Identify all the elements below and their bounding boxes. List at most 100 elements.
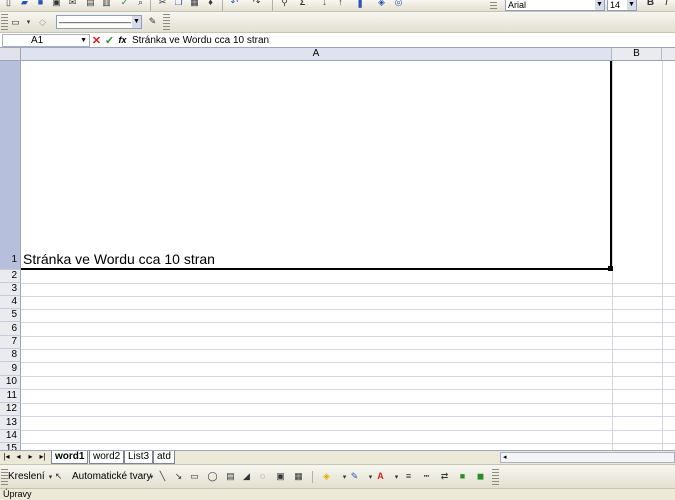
row-line (21, 376, 675, 377)
enter-icon[interactable]: ✓ (103, 34, 116, 47)
font-name-value: Arial (508, 0, 527, 10)
picture-icon[interactable]: ▦ (292, 471, 305, 482)
insert-function-icon[interactable]: fx (116, 35, 129, 45)
worksheet-grid[interactable]: 1 2 3 4 5 6 7 8 9 10 11 12 13 14 15 Strá… (0, 61, 675, 450)
next-sheet-icon[interactable]: ▸ (25, 452, 36, 461)
autosum-icon[interactable]: Σ (296, 0, 309, 8)
row-header-10[interactable]: 10 (0, 376, 21, 389)
row-header-7[interactable]: 7 (0, 336, 21, 349)
sheet-tab-atd[interactable]: atd (153, 451, 175, 464)
toolbar-grip[interactable] (492, 469, 499, 485)
formula-input[interactable]: Stránka ve Wordu cca 10 stran (132, 35, 269, 46)
autoshapes-menu-button[interactable]: Automatické tvary (72, 471, 151, 482)
textbox-icon[interactable]: ▤ (224, 471, 237, 482)
open-icon[interactable]: ▰ (18, 0, 31, 8)
new-icon[interactable]: ▯ (2, 0, 15, 8)
clipart-icon[interactable]: ▣ (274, 471, 287, 482)
row-header-12[interactable]: 12 (0, 403, 21, 416)
scroll-left-icon[interactable]: ◂ (503, 453, 507, 461)
row-header-15[interactable]: 15 (0, 443, 21, 450)
redo-icon[interactable]: ↷ (250, 0, 263, 8)
sheet-tab-list3[interactable]: List3 (124, 451, 154, 464)
horizontal-scrollbar[interactable]: ◂ (500, 452, 675, 463)
row-header-6[interactable]: 6 (0, 322, 21, 336)
toolbar-grip[interactable] (1, 469, 8, 485)
sort-descending-icon[interactable]: ↑ (334, 0, 347, 8)
line-color-icon[interactable]: ✎ (146, 16, 159, 27)
permission-icon[interactable]: ▣ (50, 0, 63, 8)
copy-icon[interactable]: ❐ (172, 0, 185, 8)
email-icon[interactable]: ✉ (66, 0, 79, 8)
dash-style-icon[interactable]: ┅ (420, 471, 433, 482)
sheet-tab-word2[interactable]: word2 (89, 451, 125, 464)
row-header-8[interactable]: 8 (0, 349, 21, 362)
font-color-icon[interactable]: A (374, 471, 387, 482)
row-header-5[interactable]: 5 (0, 309, 21, 322)
hyperlink-icon[interactable]: ⚲ (278, 0, 291, 8)
row-header-4[interactable]: 4 (0, 296, 21, 309)
select-objects-icon[interactable]: ↖ (52, 471, 65, 482)
row-line (21, 389, 675, 390)
last-sheet-icon[interactable]: ▸| (37, 452, 48, 461)
draw-menu-button[interactable]: Kreslení (8, 471, 45, 482)
toolbar-grip[interactable] (490, 0, 497, 11)
row-line (21, 403, 675, 404)
row-header-13[interactable]: 13 (0, 416, 21, 430)
toolbar-grip[interactable] (163, 14, 170, 30)
bold-button[interactable]: B (644, 0, 657, 8)
print-preview-icon[interactable]: ▥ (100, 0, 113, 8)
3d-icon[interactable]: ◼ (474, 471, 487, 482)
toolbar-grip[interactable] (1, 14, 8, 30)
cut-icon[interactable]: ✂ (156, 0, 169, 8)
name-box[interactable]: A1 ▼ (2, 33, 90, 47)
fill-color-icon[interactable]: ◈ (320, 471, 333, 482)
chart-wizard-icon[interactable]: ▐ (352, 0, 365, 8)
first-sheet-icon[interactable]: |◂ (1, 452, 12, 461)
font-size-select[interactable]: 14 ▼ (607, 0, 637, 11)
draw-border-icon[interactable]: ▭ (9, 17, 22, 28)
sheet-tab-word1[interactable]: word1 (51, 451, 89, 464)
zoom-icon[interactable]: ◎ (392, 0, 405, 8)
line-style-select[interactable]: ———————— ▼ (56, 15, 142, 29)
save-icon[interactable]: ■ (34, 0, 47, 8)
arrow-style-icon[interactable]: ⇄ (438, 471, 451, 482)
line-color-icon[interactable]: ✎ (348, 471, 361, 482)
row-header-11[interactable]: 11 (0, 389, 21, 403)
chevron-down-icon[interactable]: ▼ (80, 35, 87, 46)
row-header-2[interactable]: 2 (0, 270, 21, 283)
paste-icon[interactable]: ▦ (188, 0, 201, 8)
erase-border-icon[interactable]: ◇ (36, 17, 49, 28)
shadow-icon[interactable]: ■ (456, 471, 469, 482)
row-header-9[interactable]: 9 (0, 362, 21, 376)
fill-handle[interactable] (608, 266, 613, 271)
line-icon[interactable]: ╲ (156, 471, 169, 482)
undo-icon[interactable]: ↶ (228, 0, 241, 8)
row-header-14[interactable]: 14 (0, 430, 21, 443)
line-style-icon[interactable]: ≡ (402, 471, 415, 482)
print-icon[interactable]: ▤ (84, 0, 97, 8)
row-header-3[interactable]: 3 (0, 283, 21, 296)
italic-button[interactable]: I (660, 0, 673, 8)
chevron-down-icon[interactable]: ▾ (22, 17, 35, 28)
research-icon[interactable]: ⌕ (134, 0, 147, 8)
row-line (21, 430, 675, 431)
column-header-a[interactable]: A (21, 48, 612, 60)
cell-a1-value: Stránka ve Wordu cca 10 stran (23, 251, 215, 267)
status-text: Úpravy (3, 489, 32, 499)
diagram-icon[interactable]: ◌ (256, 471, 269, 482)
spelling-icon[interactable]: ✓ (118, 0, 131, 8)
oval-icon[interactable]: ◯ (206, 471, 219, 482)
sort-ascending-icon[interactable]: ↓ (318, 0, 331, 8)
column-header-b[interactable]: B (612, 48, 662, 60)
select-all-corner[interactable] (0, 48, 21, 60)
rectangle-icon[interactable]: ▭ (188, 471, 201, 482)
wordart-icon[interactable]: ◢ (240, 471, 253, 482)
font-name-select[interactable]: Arial ▼ (505, 0, 605, 11)
prev-sheet-icon[interactable]: ◂ (13, 452, 24, 461)
format-painter-icon[interactable]: ♦ (204, 0, 217, 8)
cancel-icon[interactable]: ✕ (90, 34, 103, 47)
row-header-1[interactable]: 1 (0, 61, 21, 270)
cell-a1[interactable]: Stránka ve Wordu cca 10 stran (21, 61, 612, 270)
drawing-icon[interactable]: ◈ (375, 0, 388, 8)
arrow-icon[interactable]: ↘ (172, 471, 185, 482)
